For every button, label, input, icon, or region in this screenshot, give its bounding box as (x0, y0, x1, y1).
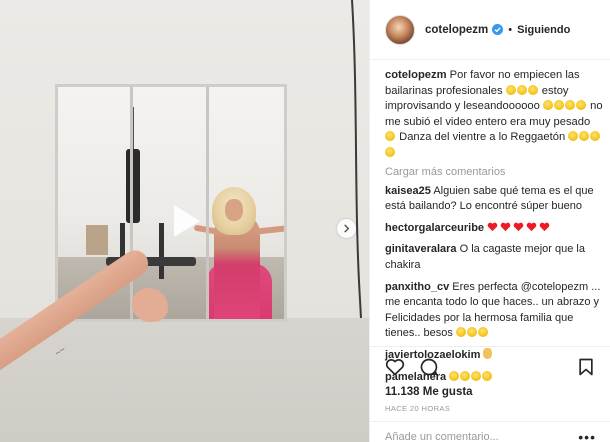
post-actions: 11.138 Me gusta HACE 20 HORAS Añade un c… (370, 346, 610, 442)
post-media[interactable]: ~~ (0, 0, 369, 442)
emoji-icon (505, 84, 516, 95)
avatar[interactable] (385, 14, 415, 45)
load-more-comments[interactable]: Cargar más comentarios (385, 166, 603, 178)
header-username[interactable]: cotelopezm (425, 24, 488, 36)
post-caption: cotelopezm Por favor no empiecen las bai… (385, 68, 603, 162)
comment-item: panxitho_cv Eres perfecta @cotelopezm ..… (385, 280, 603, 342)
red-heart-emoji-icon (513, 222, 524, 231)
comment-item: ginitaveralara O la cagaste mejor que la… (385, 242, 603, 273)
comments-list: cotelopezm Por favor no empiecen las bai… (385, 68, 603, 385)
bookmark-icon[interactable] (576, 357, 596, 377)
emoji-icon (568, 131, 579, 142)
comment-bubble-icon[interactable] (419, 357, 439, 377)
emoji-icon (385, 131, 395, 142)
likes-count[interactable]: 11.138 Me gusta (385, 386, 596, 398)
emoji-icon (385, 146, 395, 157)
comment-username[interactable]: ginitaveralara (385, 243, 457, 255)
red-heart-emoji-icon (526, 222, 537, 231)
caption-username[interactable]: cotelopezm (385, 69, 447, 81)
red-heart-emoji-icon (539, 222, 550, 231)
emoji-icon (579, 131, 590, 142)
floor (0, 318, 369, 442)
action-icons (385, 356, 596, 378)
dancer-face (225, 199, 243, 221)
follow-status-button[interactable]: Siguiendo (517, 24, 570, 36)
emoji-icon (564, 100, 575, 111)
header-separator: • (508, 23, 513, 36)
emoji-icon (542, 100, 553, 111)
add-comment-bar: Añade un comentario... ••• (370, 421, 610, 442)
emoji-icon (527, 84, 538, 95)
heart-outline-icon[interactable] (385, 357, 405, 377)
punching-bag (126, 149, 140, 223)
red-heart-emoji-icon (487, 222, 498, 231)
emoji-icon (477, 327, 488, 338)
mirror-seam (130, 87, 133, 319)
post-sidebar: cotelopezm • Siguiendo cotelopezm Por fa… (369, 0, 610, 442)
emoji-icon (553, 100, 564, 111)
emoji-icon (575, 100, 586, 111)
post-header: cotelopezm • Siguiendo (370, 0, 610, 60)
emoji-icon (590, 131, 601, 142)
boxes (86, 225, 108, 255)
red-heart-emoji-icon (500, 222, 511, 231)
emoji-icon (466, 327, 477, 338)
more-options-icon[interactable]: ••• (578, 430, 596, 442)
post-timestamp[interactable]: HACE 20 HORAS (385, 404, 596, 413)
emoji-icon (455, 327, 466, 338)
verified-badge-icon (492, 24, 504, 35)
comment-username[interactable]: panxitho_cv (385, 281, 449, 293)
next-media-button[interactable] (337, 219, 356, 238)
foreground-hand (132, 288, 168, 322)
comment-item: kaisea25 Alguien sabe qué tema es el que… (385, 184, 603, 215)
emoji-icon (516, 84, 527, 95)
play-icon[interactable] (164, 201, 204, 241)
add-comment-input[interactable]: Añade un comentario... (385, 431, 499, 442)
mirror-seam (206, 87, 209, 319)
comment-item: hectorgalarceuribe (385, 221, 603, 237)
comment-username[interactable]: kaisea25 (385, 185, 431, 197)
chevron-right-icon (344, 224, 350, 233)
comment-username[interactable]: hectorgalarceuribe (385, 222, 484, 234)
caption-text-4: Danza del vientre a lo Reggaetón (399, 131, 566, 144)
